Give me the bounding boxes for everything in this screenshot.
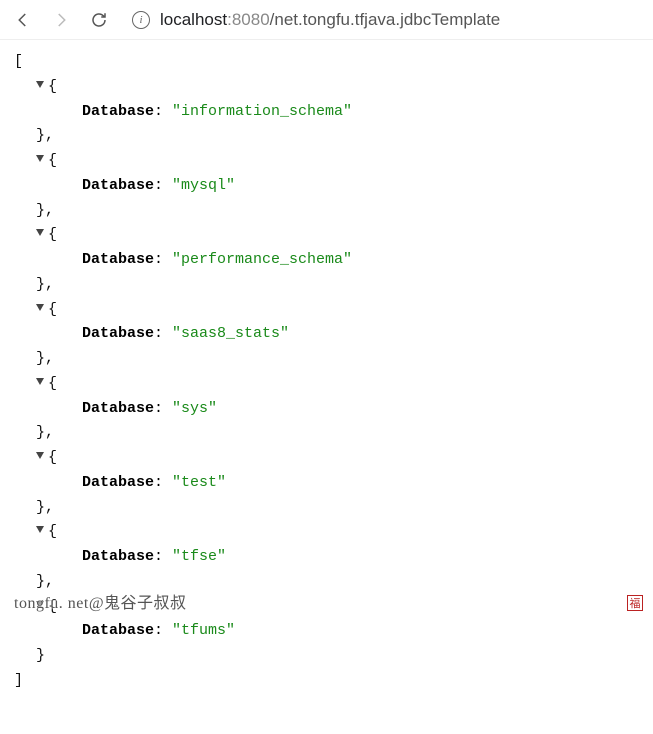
colon: : [154,325,172,342]
chevron-down-icon[interactable] [36,229,44,236]
object-open[interactable]: { [14,446,639,471]
array-close: ] [14,669,639,694]
json-key: Database [82,400,154,417]
object-close: }, [14,124,639,149]
watermark-text: tongfu. net@鬼谷子叔叔 [14,589,187,613]
json-key: Database [82,548,154,565]
json-key: Database [82,474,154,491]
colon: : [154,622,172,639]
arrow-right-icon [52,11,70,29]
json-property: Database: "performance_schema" [14,248,639,273]
url-host: localhost [160,10,227,29]
json-property: Database: "tfse" [14,545,639,570]
chevron-down-icon[interactable] [36,155,44,162]
json-key: Database [82,622,154,639]
object-close: }, [14,496,639,521]
brace-close: } [36,647,45,664]
seal-stamp: 福 [627,595,643,611]
json-property: Database: "test" [14,471,639,496]
object-open[interactable]: { [14,75,639,100]
json-key: Database [82,103,154,120]
address-bar[interactable]: i localhost:8080/net.tongfu.tfjava.jdbcT… [120,10,647,30]
brace-close: }, [36,202,54,219]
colon: : [154,251,172,268]
url-text: localhost:8080/net.tongfu.tfjava.jdbcTem… [160,10,500,30]
colon: : [154,400,172,417]
object-close: }, [14,347,639,372]
json-value: "performance_schema" [172,251,352,268]
brace-close: }, [36,127,54,144]
object-close: } [14,644,639,669]
json-property: Database: "mysql" [14,174,639,199]
json-property: Database: "information_schema" [14,100,639,125]
forward-button[interactable] [44,3,78,37]
chevron-down-icon[interactable] [36,526,44,533]
brace-open: { [48,301,57,318]
reload-button[interactable] [82,3,116,37]
browser-toolbar: i localhost:8080/net.tongfu.tfjava.jdbcT… [0,0,653,40]
colon: : [154,177,172,194]
chevron-down-icon[interactable] [36,452,44,459]
brace-close: }, [36,350,54,367]
colon: : [154,103,172,120]
object-open[interactable]: { [14,372,639,397]
object-close: }, [14,199,639,224]
brace-close: }, [36,276,54,293]
json-value: "saas8_stats" [172,325,289,342]
colon: : [154,474,172,491]
site-info-icon[interactable]: i [132,11,150,29]
brace-open: { [48,449,57,466]
brace-close: }, [36,499,54,516]
brace-close: }, [36,424,54,441]
brace-close: }, [36,573,54,590]
json-property: Database: "tfums" [14,619,639,644]
back-button[interactable] [6,3,40,37]
json-property: Database: "sys" [14,397,639,422]
reload-icon [90,11,108,29]
json-key: Database [82,251,154,268]
url-path: /net.tongfu.tfjava.jdbcTemplate [270,10,501,29]
json-key: Database [82,177,154,194]
chevron-down-icon[interactable] [36,378,44,385]
chevron-down-icon[interactable] [36,81,44,88]
json-value: "information_schema" [172,103,352,120]
json-key: Database [82,325,154,342]
object-close: }, [14,421,639,446]
object-open[interactable]: { [14,149,639,174]
object-open[interactable]: { [14,298,639,323]
url-port: :8080 [227,10,270,29]
brace-open: { [48,152,57,169]
chevron-down-icon[interactable] [36,304,44,311]
array-open: [ [14,50,639,75]
colon: : [154,548,172,565]
json-value: "tfse" [172,548,226,565]
brace-open: { [48,523,57,540]
brace-open: { [48,375,57,392]
object-open[interactable]: { [14,223,639,248]
json-property: Database: "saas8_stats" [14,322,639,347]
object-open[interactable]: { [14,520,639,545]
json-value: "tfums" [172,622,235,639]
json-value: "test" [172,474,226,491]
brace-open: { [48,78,57,95]
object-close: }, [14,273,639,298]
brace-open: { [48,226,57,243]
json-value: "mysql" [172,177,235,194]
json-viewer: [ { Database: "information_schema"}, { Data… [0,40,653,734]
json-value: "sys" [172,400,217,417]
arrow-left-icon [14,11,32,29]
